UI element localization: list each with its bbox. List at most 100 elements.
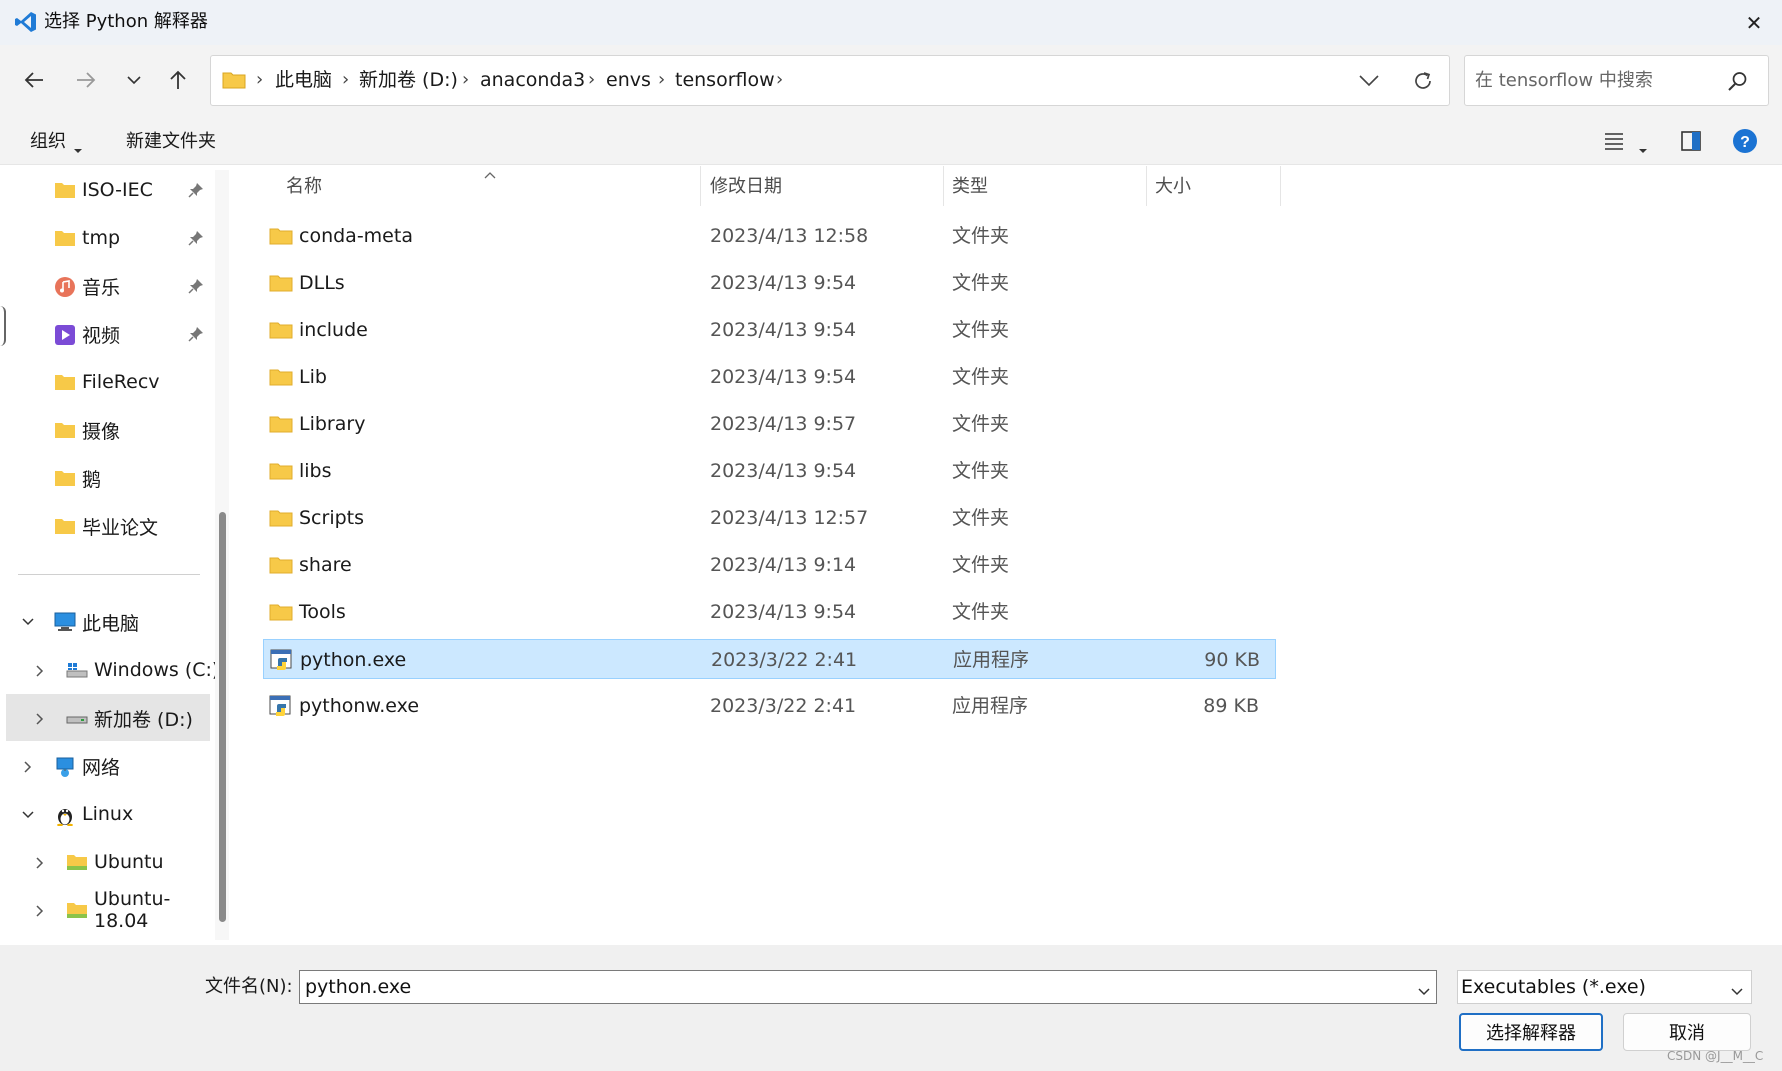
breadcrumb-separator-icon: › — [588, 69, 596, 90]
windows-drive-icon — [66, 660, 88, 680]
chevron-down-icon[interactable] — [21, 614, 35, 628]
view-dropdown-caret-icon[interactable] — [1638, 139, 1648, 158]
pin-icon[interactable] — [188, 230, 204, 246]
file-row[interactable]: conda-meta 2023/4/13 12:58 文件夹 — [263, 216, 1276, 256]
folder-icon — [54, 228, 76, 248]
sidebar-item-camera[interactable]: 摄像 — [54, 408, 120, 452]
search-icon[interactable] — [1727, 70, 1749, 96]
sidebar-item-label: Ubuntu — [94, 851, 164, 873]
file-type: 应用程序 — [953, 649, 1030, 671]
close-button[interactable]: ✕ — [1732, 6, 1776, 40]
file-row[interactable]: pythonw.exe 2023/3/22 2:41 应用程序 89 KB — [263, 686, 1276, 726]
back-arrow-icon[interactable] — [16, 62, 52, 98]
pin-icon[interactable] — [188, 278, 204, 294]
column-header-type[interactable]: 类型 — [952, 174, 988, 200]
sidebar-item-goose[interactable]: 鹅 — [54, 456, 101, 500]
chevron-right-icon[interactable] — [33, 903, 47, 917]
filename-input[interactable] — [299, 970, 1437, 1004]
sidebar-item-music[interactable]: 音乐 — [54, 264, 120, 308]
chevron-right-icon[interactable] — [33, 855, 47, 869]
network-icon — [54, 756, 76, 777]
column-header-modified[interactable]: 修改日期 — [710, 174, 782, 200]
breadcrumb-envs[interactable]: envs — [606, 65, 651, 95]
forward-arrow-icon[interactable] — [68, 62, 104, 98]
file-modified: 2023/4/13 9:54 — [710, 601, 857, 623]
file-name: conda-meta — [299, 225, 413, 247]
breadcrumb-anaconda3[interactable]: anaconda3 — [480, 65, 585, 95]
breadcrumb-separator-icon: › — [462, 69, 470, 90]
file-modified: 2023/3/22 2:41 — [710, 695, 857, 717]
pin-icon[interactable] — [188, 326, 204, 342]
file-type-filter-value[interactable]: Executables (*.exe) — [1461, 972, 1646, 1002]
file-modified: 2023/4/13 9:54 — [710, 319, 857, 341]
filename-input-value[interactable]: python.exe — [305, 972, 411, 1002]
sidebar-item-thesis[interactable]: 毕业论文 — [54, 504, 158, 548]
select-interpreter-button[interactable]: 选择解释器 — [1459, 1013, 1603, 1051]
sidebar-item-this-pc[interactable]: 此电脑 — [54, 600, 139, 644]
sidebar-item-ubuntu-18[interactable]: Ubuntu-18.04 — [66, 888, 210, 932]
search-input-placeholder[interactable]: 在 tensorflow 中搜索 — [1475, 66, 1653, 96]
column-divider[interactable] — [1146, 166, 1147, 206]
dialog-footer — [0, 945, 1782, 1071]
column-divider[interactable] — [1280, 166, 1281, 206]
linux-penguin-icon — [54, 804, 76, 827]
file-row[interactable]: Library 2023/4/13 9:57 文件夹 — [263, 404, 1276, 444]
chevron-right-icon[interactable] — [33, 663, 47, 677]
pythonw-exe-icon — [269, 695, 293, 716]
pin-icon[interactable] — [188, 182, 204, 198]
sidebar-scrollbar-thumb[interactable] — [219, 512, 226, 922]
sidebar-item-drive-d[interactable]: 新加卷 (D:) — [66, 696, 193, 740]
chevron-down-icon[interactable] — [21, 807, 35, 821]
chevron-right-icon[interactable] — [21, 759, 35, 773]
refresh-icon[interactable] — [1411, 69, 1435, 97]
filename-history-chevron-icon[interactable] — [1417, 982, 1431, 1001]
file-modified: 2023/4/13 12:58 — [710, 225, 869, 247]
file-row[interactable]: Lib 2023/4/13 9:54 文件夹 — [263, 357, 1276, 397]
sidebar-item-label: FileRecv — [82, 371, 160, 393]
filter-chevron-icon[interactable] — [1730, 982, 1744, 1001]
column-divider[interactable] — [943, 166, 944, 206]
sidebar-item-ubuntu[interactable]: Ubuntu — [66, 840, 164, 884]
sidebar-item-video[interactable]: 视频 — [54, 312, 120, 356]
help-icon[interactable]: ? — [1732, 128, 1758, 158]
folder-icon — [54, 180, 76, 200]
file-row[interactable]: DLLs 2023/4/13 9:54 文件夹 — [263, 263, 1276, 303]
drive-icon — [66, 708, 88, 728]
cancel-button[interactable]: 取消 — [1623, 1013, 1751, 1051]
file-name: DLLs — [299, 272, 345, 294]
music-icon — [54, 276, 76, 297]
file-type: 文件夹 — [952, 507, 1010, 529]
file-row[interactable]: libs 2023/4/13 9:54 文件夹 — [263, 451, 1276, 491]
file-row[interactable]: include 2023/4/13 9:54 文件夹 — [263, 310, 1276, 350]
sidebar-item-label: 视频 — [82, 324, 121, 347]
file-row-selected[interactable]: python.exe 2023/3/22 2:41 应用程序 90 KB — [263, 639, 1276, 679]
view-options-icon[interactable] — [1603, 131, 1625, 155]
column-header-size[interactable]: 大小 — [1155, 174, 1191, 200]
file-row[interactable]: Scripts 2023/4/13 12:57 文件夹 — [263, 498, 1276, 538]
new-folder-button[interactable]: 新建文件夹 — [126, 129, 216, 155]
recent-locations-chevron-icon[interactable] — [116, 62, 152, 98]
folder-icon — [222, 70, 246, 94]
dropdown-caret-icon[interactable] — [73, 139, 83, 158]
preview-pane-icon[interactable] — [1680, 130, 1702, 156]
breadcrumb-tensorflow[interactable]: tensorflow — [675, 65, 775, 95]
column-header-name[interactable]: 名称 — [286, 174, 322, 200]
file-row[interactable]: share 2023/4/13 9:14 文件夹 — [263, 545, 1276, 585]
sidebar-item-filerecv[interactable]: FileRecv — [54, 360, 160, 404]
file-size: 89 KB — [1203, 695, 1259, 717]
breadcrumb-drive-d[interactable]: 新加卷 (D:) — [359, 65, 458, 95]
organize-menu[interactable]: 组织 — [30, 129, 66, 155]
sidebar-item-windows-c[interactable]: Windows (C:) — [66, 648, 219, 692]
sidebar-item-tmp[interactable]: tmp — [54, 216, 120, 260]
folder-icon — [54, 516, 76, 536]
sidebar-item-iso-iec[interactable]: ISO-IEC — [54, 168, 153, 212]
sidebar-item-linux[interactable]: Linux — [54, 792, 133, 836]
column-divider[interactable] — [700, 166, 701, 206]
file-row[interactable]: Tools 2023/4/13 9:54 文件夹 — [263, 592, 1276, 632]
breadcrumb-this-pc[interactable]: 此电脑 — [275, 65, 332, 95]
sidebar-item-network[interactable]: 网络 — [54, 744, 120, 788]
address-history-chevron-icon[interactable] — [1358, 72, 1380, 92]
up-arrow-icon[interactable] — [160, 62, 196, 98]
chevron-right-icon[interactable] — [33, 711, 47, 725]
file-type: 文件夹 — [952, 272, 1010, 294]
